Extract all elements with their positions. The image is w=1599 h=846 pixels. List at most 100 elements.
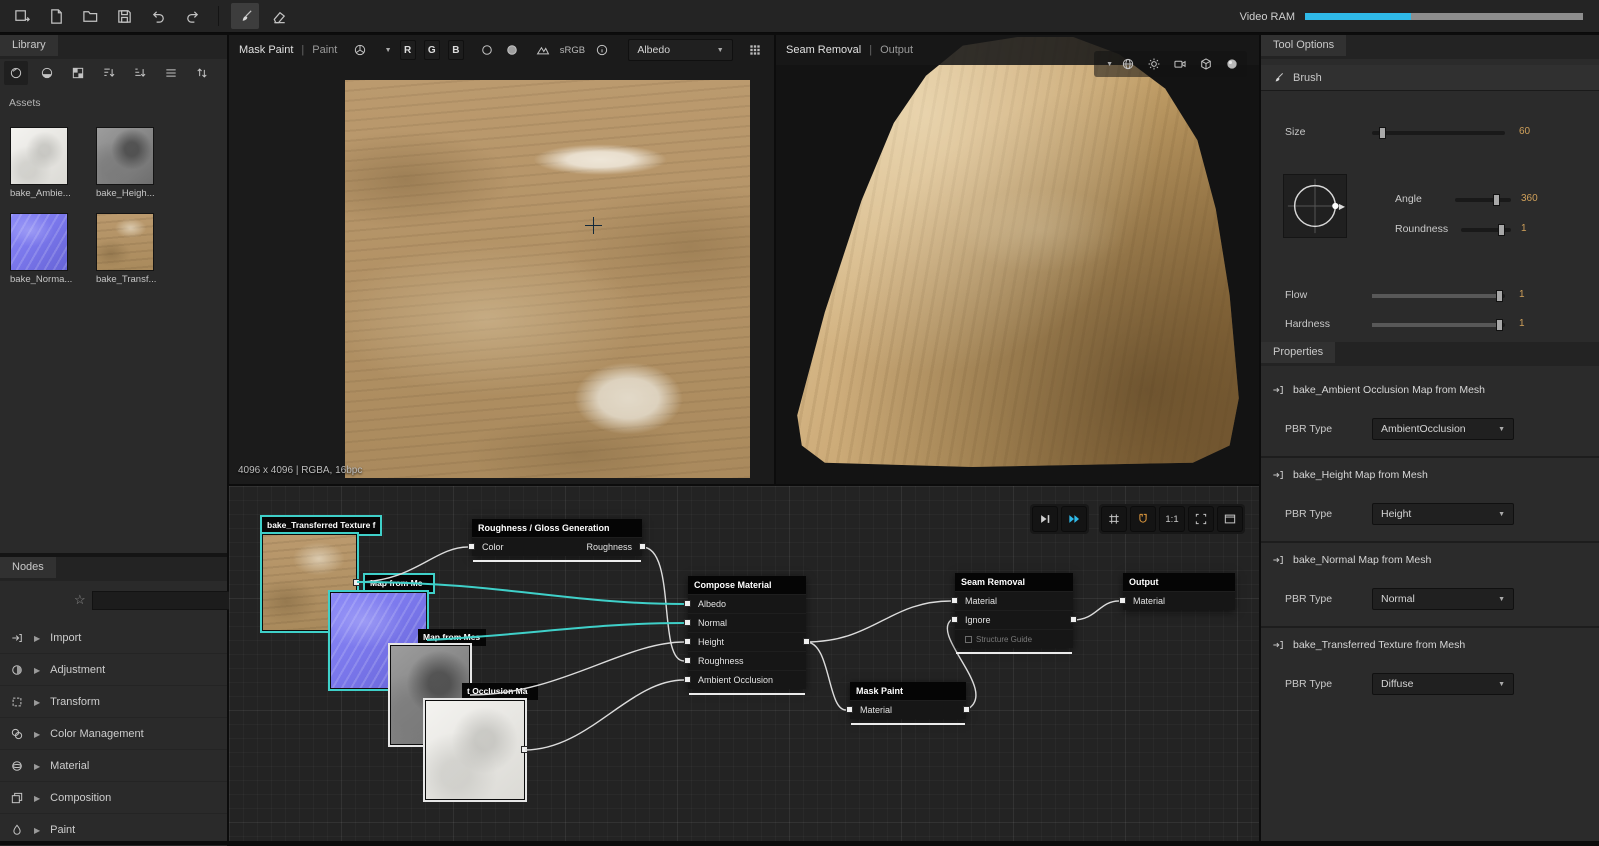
pbr-type-select-ao[interactable]: AmbientOcclusion ▼ bbox=[1372, 418, 1514, 440]
node-pin-output[interactable] bbox=[1070, 616, 1077, 623]
expand-arrow-icon[interactable]: ▶ bbox=[34, 762, 40, 771]
node-thumbnail-ao[interactable] bbox=[423, 698, 528, 802]
asset-item-height[interactable]: bake_Heigh... bbox=[96, 127, 178, 199]
node-pin-output[interactable] bbox=[803, 638, 810, 645]
nodes-search-input[interactable] bbox=[91, 590, 234, 610]
asset-item-transferred[interactable]: bake_Transf... bbox=[96, 213, 178, 285]
hardness-value[interactable]: 1 bbox=[1519, 318, 1525, 329]
node-category-import[interactable]: ▶ Import bbox=[0, 623, 227, 654]
node-pin-input[interactable] bbox=[684, 638, 691, 645]
node-pin-input[interactable] bbox=[846, 706, 853, 713]
graph-node-mask-paint[interactable]: Mask Paint Material bbox=[846, 682, 970, 725]
color-wheel-caret-icon[interactable]: ▼ bbox=[385, 47, 392, 54]
asset-item-ambient-occlusion[interactable]: bake_Ambie... bbox=[10, 127, 92, 199]
filter-materials-icon[interactable] bbox=[4, 61, 28, 85]
circle-outline-button[interactable] bbox=[478, 39, 495, 61]
sort-desc-icon[interactable] bbox=[128, 61, 152, 85]
layout-grid-button[interactable] bbox=[747, 39, 764, 61]
flow-slider[interactable] bbox=[1372, 290, 1505, 302]
node-pin-output[interactable] bbox=[639, 543, 646, 550]
material-sphere-icon[interactable] bbox=[1221, 53, 1243, 75]
render-settings-icon[interactable] bbox=[1143, 53, 1165, 75]
channel-g-button[interactable]: G bbox=[423, 40, 440, 60]
property-group-ao[interactable]: bake_Ambient Occlusion Map from Mesh bbox=[1261, 378, 1599, 402]
angle-slider[interactable] bbox=[1455, 194, 1511, 206]
size-value[interactable]: 60 bbox=[1519, 126, 1530, 137]
graph-node-roughness-gloss[interactable]: Roughness / Gloss Generation Color Rough… bbox=[468, 519, 646, 562]
import-resource-button[interactable] bbox=[8, 3, 36, 29]
node-pin-input[interactable] bbox=[468, 543, 475, 550]
node-category-color-management[interactable]: ▶ Color Management bbox=[0, 719, 227, 750]
expand-arrow-icon[interactable]: ▶ bbox=[34, 794, 40, 803]
size-slider-handle[interactable] bbox=[1378, 127, 1386, 139]
channel-r-button[interactable]: R bbox=[399, 40, 416, 60]
expand-arrow-icon[interactable]: ▶ bbox=[34, 634, 40, 643]
fit-view-button[interactable] bbox=[1188, 506, 1214, 532]
expand-arrow-icon[interactable]: ▶ bbox=[34, 730, 40, 739]
node-category-composition[interactable]: ▶ Composition bbox=[0, 783, 227, 814]
node-category-adjustment[interactable]: ▶ Adjustment bbox=[0, 655, 227, 686]
tab-properties[interactable]: Properties bbox=[1261, 342, 1336, 363]
srgb-toggle[interactable]: sRGB bbox=[560, 45, 585, 56]
sort-updown-icon[interactable] bbox=[190, 61, 214, 85]
favorites-star-icon[interactable]: ☆ bbox=[74, 592, 86, 608]
undo-button[interactable] bbox=[144, 3, 172, 29]
magnet-snap-button[interactable] bbox=[1130, 506, 1156, 532]
tab-library[interactable]: Library bbox=[0, 35, 58, 56]
pbr-type-select-height[interactable]: Height ▼ bbox=[1372, 503, 1514, 525]
node-pin-output[interactable] bbox=[963, 706, 970, 713]
open-file-button[interactable] bbox=[76, 3, 104, 29]
view-3d-panel[interactable]: Seam Removal | Output ▼ bbox=[776, 35, 1259, 484]
compute-all-button[interactable] bbox=[1061, 506, 1087, 532]
info-icon[interactable] bbox=[593, 39, 610, 61]
chevron-down-icon[interactable]: ▼ bbox=[1106, 61, 1113, 68]
roundness-slider-handle[interactable] bbox=[1498, 224, 1505, 236]
eraser-tool-button[interactable] bbox=[265, 3, 293, 29]
tab-tool-options[interactable]: Tool Options bbox=[1261, 35, 1347, 56]
hardness-slider[interactable] bbox=[1372, 319, 1505, 331]
node-graph-panel[interactable]: bake_Transferred Texture f Map from Me M… bbox=[229, 486, 1259, 841]
mesh-cube-icon[interactable] bbox=[1195, 53, 1217, 75]
color-wheel-button[interactable] bbox=[351, 39, 368, 61]
camera-icon[interactable] bbox=[1169, 53, 1191, 75]
node-category-paint[interactable]: ▶ Paint bbox=[0, 815, 227, 846]
angle-slider-handle[interactable] bbox=[1493, 194, 1501, 206]
brush-section-header[interactable]: Brush bbox=[1261, 65, 1599, 91]
texture-2d-image[interactable] bbox=[345, 80, 750, 478]
asset-thumbnail-height[interactable] bbox=[96, 127, 154, 185]
node-category-material[interactable]: ▶ Material bbox=[0, 751, 227, 782]
asset-thumbnail-ao[interactable] bbox=[10, 127, 68, 185]
node-pin-input[interactable] bbox=[684, 600, 691, 607]
tab-nodes[interactable]: Nodes bbox=[0, 557, 56, 578]
structure-guide-checkbox[interactable] bbox=[965, 635, 972, 643]
angle-value[interactable]: 360 bbox=[1521, 193, 1538, 204]
brush-tool-button[interactable] bbox=[231, 3, 259, 29]
pbr-type-select-normal[interactable]: Normal ▼ bbox=[1372, 588, 1514, 610]
graph-node-seam-removal[interactable]: Seam Removal Material Ignore Structure G… bbox=[951, 573, 1077, 654]
zoom-actual-size-button[interactable]: 1:1 bbox=[1159, 506, 1185, 532]
grid-snap-button[interactable] bbox=[1101, 506, 1127, 532]
sort-alpha-icon[interactable] bbox=[97, 61, 121, 85]
node-pin-input[interactable] bbox=[684, 676, 691, 683]
node-pin-output[interactable] bbox=[353, 578, 360, 586]
size-slider[interactable] bbox=[1372, 127, 1505, 139]
node-pin-input[interactable] bbox=[951, 616, 958, 623]
list-view-icon[interactable] bbox=[159, 61, 183, 85]
channel-b-button[interactable]: B bbox=[447, 40, 464, 60]
new-file-button[interactable] bbox=[42, 3, 70, 29]
filter-sphere-icon[interactable] bbox=[35, 61, 59, 85]
expand-arrow-icon[interactable]: ▶ bbox=[34, 698, 40, 707]
roundness-slider[interactable] bbox=[1461, 224, 1511, 236]
asset-thumbnail-normal[interactable] bbox=[10, 213, 68, 271]
expand-arrow-icon[interactable]: ▶ bbox=[34, 666, 40, 675]
node-pin-input[interactable] bbox=[951, 597, 958, 604]
graph-node-output[interactable]: Output Material bbox=[1119, 573, 1235, 610]
hardness-slider-handle[interactable] bbox=[1495, 319, 1503, 331]
canvas-2d[interactable]: 4096 x 4096 | RGBA, 16bpc bbox=[229, 35, 774, 484]
circle-filled-button[interactable] bbox=[503, 39, 520, 61]
flow-slider-handle[interactable] bbox=[1495, 290, 1503, 302]
save-button[interactable] bbox=[110, 3, 138, 29]
filter-texture-icon[interactable] bbox=[66, 61, 90, 85]
property-group-normal[interactable]: bake_Normal Map from Mesh bbox=[1261, 548, 1599, 572]
channel-map-select[interactable]: Albedo ▼ bbox=[628, 39, 733, 61]
